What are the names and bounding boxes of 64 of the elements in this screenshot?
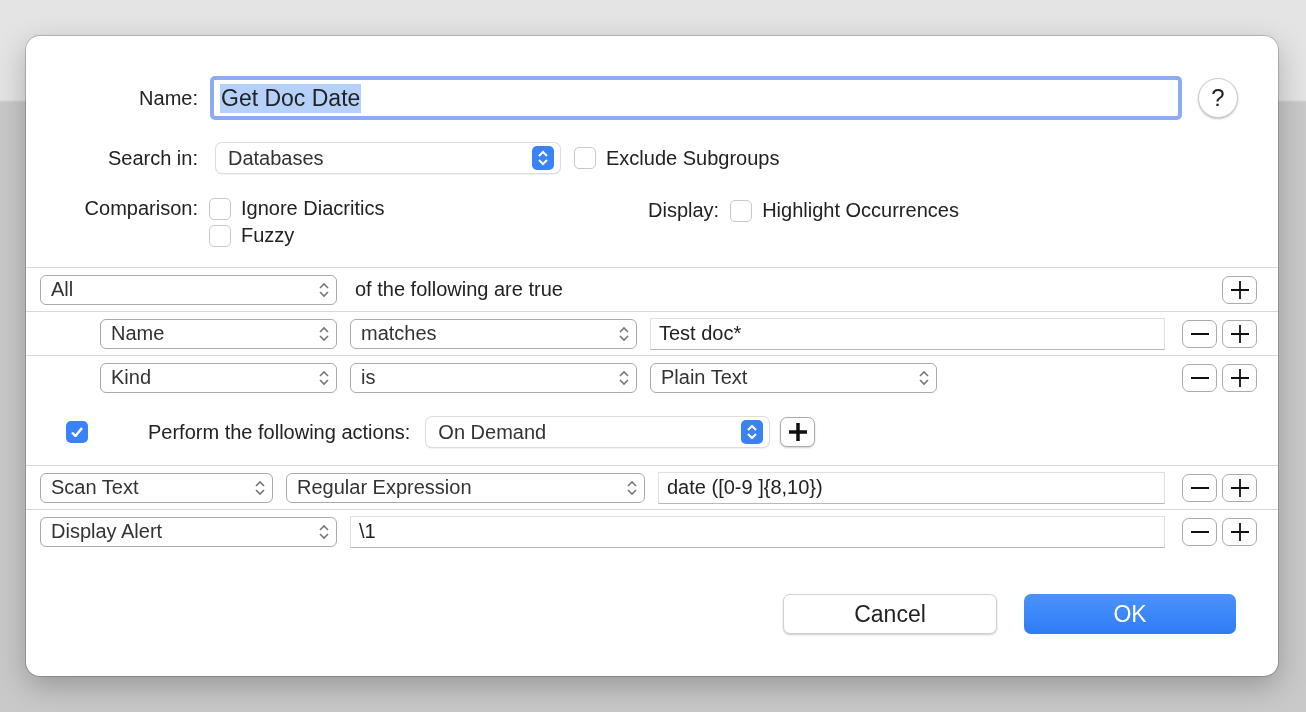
popup-button[interactable]: Databases bbox=[216, 143, 560, 173]
chevron-icon bbox=[626, 478, 638, 497]
field-label: Comparison: bbox=[83, 197, 198, 220]
value-field[interactable]: Test doc* bbox=[650, 317, 1165, 350]
checkbox-label: Highlight Occurrences bbox=[762, 199, 959, 222]
popup-button[interactable]: Kind bbox=[100, 362, 337, 393]
cancel-button[interactable]: Cancel bbox=[783, 594, 997, 634]
add-button[interactable] bbox=[1222, 517, 1257, 546]
add-button[interactable] bbox=[1222, 275, 1257, 304]
popup-button[interactable]: Scan Text bbox=[40, 472, 273, 503]
remove-button[interactable] bbox=[1182, 363, 1217, 392]
chevron-icon bbox=[254, 478, 266, 497]
criteria-text: of the following are true bbox=[355, 278, 563, 301]
popup-button[interactable]: On Demand bbox=[426, 417, 770, 447]
plus-icon bbox=[788, 423, 807, 441]
minus-icon bbox=[1190, 332, 1209, 335]
add-button[interactable] bbox=[1222, 363, 1257, 392]
add-button[interactable] bbox=[1222, 473, 1257, 502]
checkbox-label: Ignore Diacritics bbox=[241, 197, 385, 220]
name-field[interactable]: Get Doc Date bbox=[210, 76, 1182, 120]
minus-icon bbox=[1190, 486, 1209, 489]
remove-button[interactable] bbox=[1182, 517, 1217, 546]
chevron-icon bbox=[532, 146, 554, 170]
minus-icon bbox=[1190, 376, 1209, 379]
help-button[interactable]: ? bbox=[1198, 78, 1238, 118]
checkbox[interactable] bbox=[66, 421, 88, 443]
value-field[interactable]: \1 bbox=[350, 515, 1165, 548]
chevron-icon bbox=[318, 280, 330, 299]
chevron-icon bbox=[918, 368, 930, 387]
remove-button[interactable] bbox=[1182, 473, 1217, 502]
chevron-icon bbox=[741, 420, 764, 444]
value-field[interactable]: date ([0-9 ]{8,10}) bbox=[658, 471, 1165, 504]
plus-icon bbox=[1230, 522, 1249, 541]
plus-icon bbox=[1230, 478, 1249, 497]
checkbox[interactable] bbox=[209, 197, 231, 220]
add-button[interactable] bbox=[1222, 319, 1257, 348]
chevron-icon bbox=[318, 522, 330, 541]
plus-icon bbox=[1230, 324, 1249, 343]
popup-button[interactable]: All bbox=[40, 274, 337, 305]
chevron-icon bbox=[318, 324, 330, 343]
remove-button[interactable] bbox=[1182, 319, 1217, 348]
popup-button[interactable]: Regular Expression bbox=[286, 472, 645, 503]
checkbox-label: Fuzzy bbox=[241, 224, 295, 247]
field-label: Search in: bbox=[106, 146, 198, 170]
popup-button[interactable]: Plain Text bbox=[650, 362, 937, 393]
add-button[interactable] bbox=[780, 417, 816, 447]
actions-label: Perform the following actions: bbox=[148, 420, 411, 444]
chevron-icon bbox=[618, 324, 630, 343]
checkbox[interactable] bbox=[730, 199, 753, 222]
popup-button[interactable]: matches bbox=[350, 318, 637, 349]
checkbox[interactable] bbox=[574, 147, 596, 169]
plus-icon bbox=[1230, 280, 1249, 299]
popup-button[interactable]: is bbox=[350, 362, 637, 393]
plus-icon bbox=[1230, 368, 1249, 387]
field-label: Name: bbox=[138, 86, 198, 110]
checkmark-icon bbox=[71, 427, 83, 437]
checkbox[interactable] bbox=[209, 224, 231, 247]
popup-button[interactable]: Name bbox=[100, 318, 337, 349]
chevron-icon bbox=[618, 368, 630, 387]
minus-icon bbox=[1190, 530, 1209, 533]
field-label: Display: bbox=[648, 199, 720, 222]
checkbox-label: Exclude Subgroups bbox=[606, 146, 780, 170]
popup-button[interactable]: Display Alert bbox=[40, 516, 337, 547]
chevron-icon bbox=[318, 368, 330, 387]
